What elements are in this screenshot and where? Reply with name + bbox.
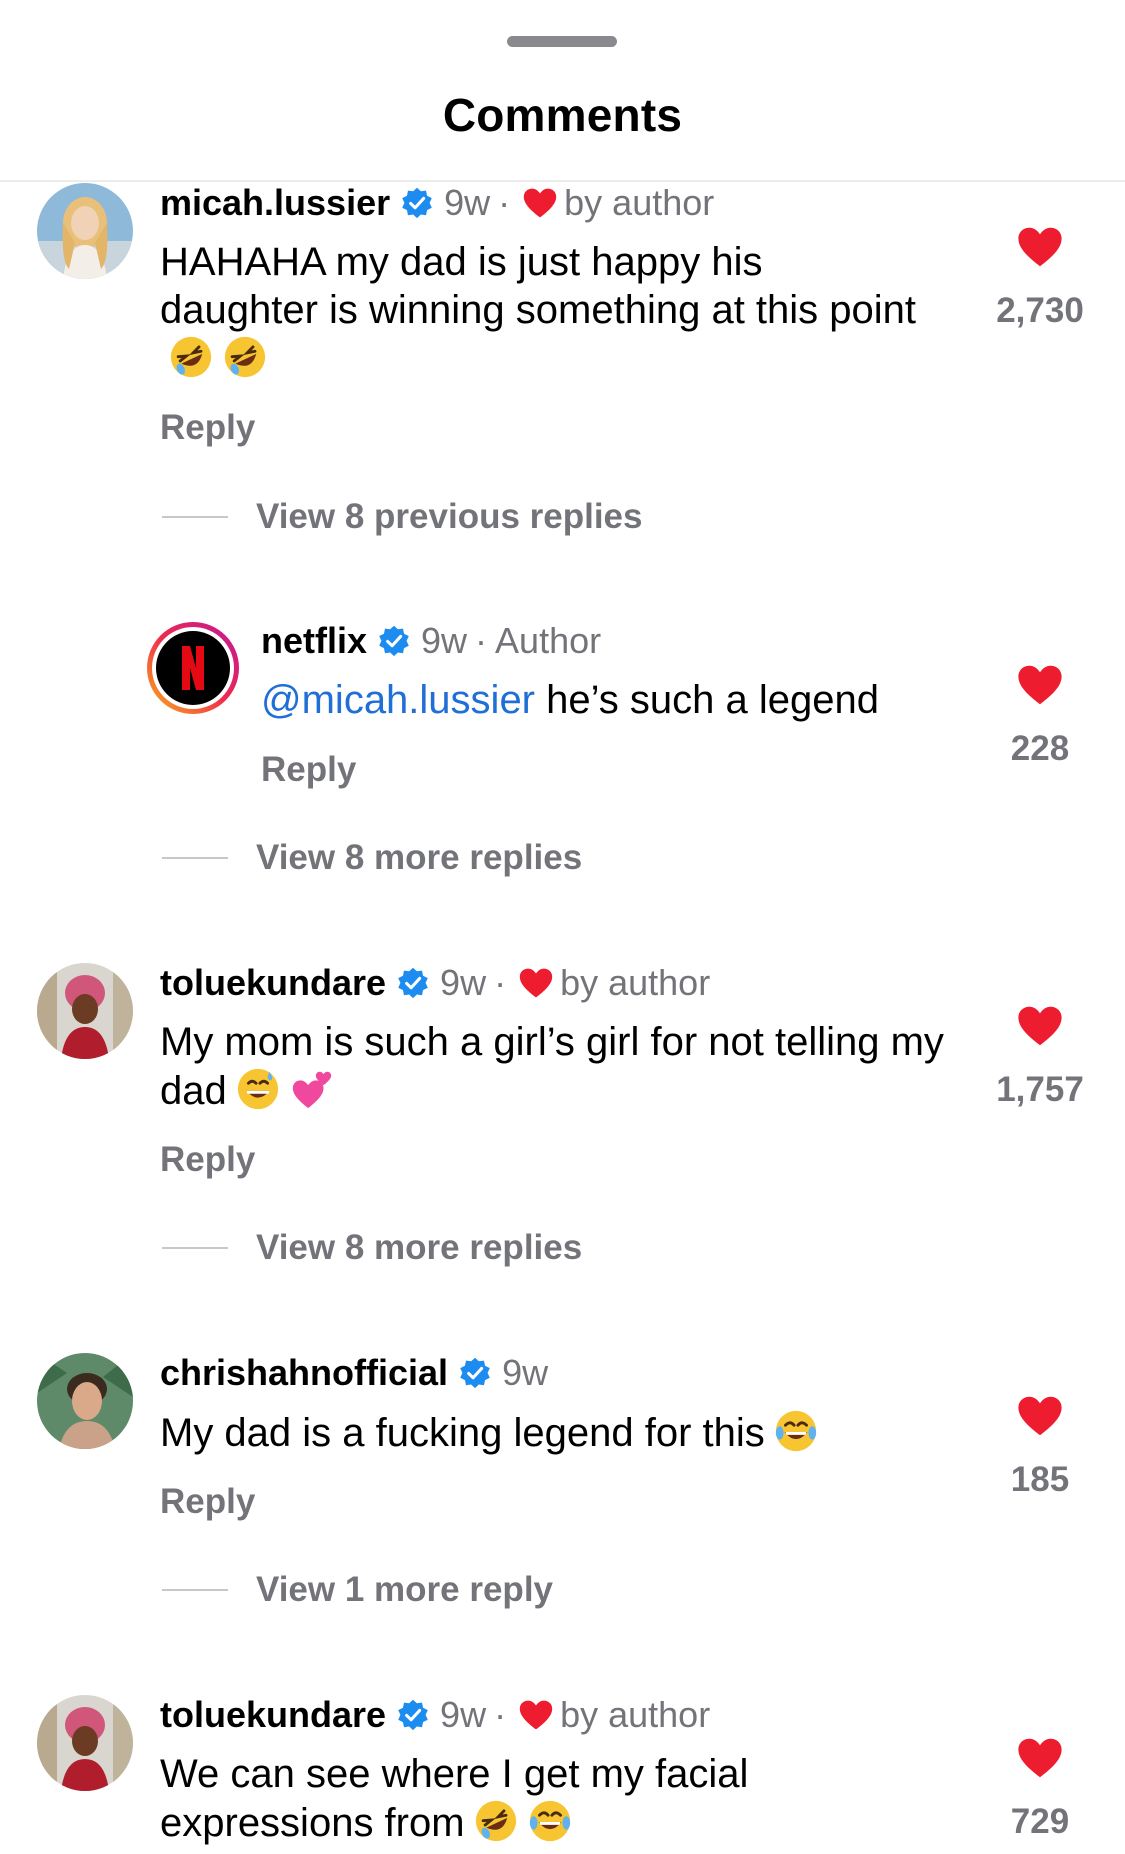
view-replies-label: View 8 more replies [256,838,583,877]
mention-link[interactable]: @micah.lussier [261,678,535,722]
reply-thread-line [162,1589,228,1591]
avatar[interactable] [37,963,133,1059]
comment-meta: toluekundare 9w · by author [160,962,710,1004]
view-replies-label: View 8 previous replies [256,497,643,536]
comment-body: he’s such a legend [535,678,879,722]
view-replies-link[interactable]: View 8 previous replies [162,497,643,537]
comment-meta: chrishahnofficial 9w [160,1352,548,1394]
heart-like-icon[interactable] [1016,663,1064,707]
sheet-title: Comments [442,89,683,141]
liked-by-author-heart-icon [519,968,553,998]
comment-text: My mom is such a girl’s girl for not tel… [160,1018,960,1115]
comment-text: @micah.lussier he’s such a legend [261,676,961,724]
heart-like-icon[interactable] [1016,1004,1064,1048]
like-count: 185 [1010,1460,1070,1499]
verified-badge-icon [379,625,409,657]
reply-thread-line [162,516,228,518]
comment-body: HAHAHA my dad is just happy his daughter… [160,240,917,332]
rolling-on-floor-laughing-emoji-icon [170,336,212,378]
reply-button[interactable]: Reply [261,750,356,790]
by-author-label: by author [560,962,711,1003]
heart-like-icon[interactable] [1016,1736,1064,1780]
comment-time: 9w [444,182,491,223]
reply-button[interactable]: Reply [160,1482,255,1522]
username[interactable]: chrishahnofficial [160,1352,448,1394]
tears-of-joy-emoji-icon [775,1410,816,1452]
like-control: 228 [985,663,1095,769]
verified-badge-icon [460,1357,490,1389]
comment-text: HAHAHA my dad is just happy his daughter… [160,238,920,383]
comment-meta: netflix 9w · Author [261,620,601,662]
heart-like-icon[interactable] [1016,225,1064,269]
avatar[interactable] [37,1695,133,1791]
verified-badge-icon [402,187,432,219]
reply-button[interactable]: Reply [160,1140,255,1180]
comment-meta: toluekundare 9w · by author [160,1694,710,1736]
view-replies-label: View 1 more reply [256,1570,554,1609]
avatar-netflix[interactable] [145,620,241,716]
comment-time: 9w [421,620,468,661]
rolling-on-floor-laughing-emoji-icon [224,336,266,378]
view-replies-link[interactable]: View 8 more replies [162,838,582,878]
like-control: 1,757 [985,1004,1095,1110]
tears-of-joy-emoji-icon [529,1800,570,1842]
comment-time: 9w [502,1352,549,1393]
verified-badge-icon [398,1699,428,1731]
avatar[interactable] [37,183,133,279]
comment-body: My dad is a fucking legend for this [160,1411,765,1455]
by-author-label: by author [560,1694,711,1735]
verified-badge-icon [398,967,428,999]
comments-sheet: Comments micah.lussier 9w · by author HA… [0,0,1125,1854]
comment-text: We can see where I get my facial express… [160,1750,800,1847]
like-count: 2,730 [996,291,1084,330]
like-control: 2,730 [985,225,1095,331]
drag-handle[interactable] [507,36,617,47]
heart-like-icon[interactable] [1016,1394,1064,1438]
liked-by-author-heart-icon [519,1700,553,1730]
comment-time: 9w [440,962,487,1003]
avatar[interactable] [37,1353,133,1449]
like-control: 185 [985,1394,1095,1500]
like-count: 729 [1010,1802,1070,1841]
like-count: 228 [1010,729,1070,768]
separator-dot: · [494,962,507,1003]
rolling-on-floor-laughing-emoji-icon [475,1800,516,1842]
grinning-sweat-emoji-icon [237,1068,278,1110]
reply-thread-line [162,857,228,859]
author-badge: Author [495,620,602,661]
username[interactable]: toluekundare [160,962,386,1004]
comment-time: 9w [440,1694,487,1735]
view-replies-label: View 8 more replies [256,1228,583,1267]
liked-by-author-heart-icon [523,188,557,218]
comment-meta: micah.lussier 9w · by author [160,182,714,224]
username[interactable]: toluekundare [160,1694,386,1736]
username[interactable]: netflix [261,620,367,662]
view-replies-link[interactable]: View 1 more reply [162,1570,553,1610]
username[interactable]: micah.lussier [160,182,390,224]
comment-body: We can see where I get my facial express… [160,1752,749,1845]
comment-text: My dad is a fucking legend for this [160,1408,960,1457]
reply-thread-line [162,1247,228,1249]
like-count: 1,757 [996,1070,1084,1109]
view-replies-link[interactable]: View 8 more replies [162,1228,582,1268]
two-hearts-emoji-icon [292,1071,331,1109]
separator-dot: · [498,182,511,223]
separator-dot: · [475,620,488,661]
by-author-label: by author [564,182,715,223]
separator-dot: · [494,1694,507,1735]
reply-button[interactable]: Reply [160,408,255,448]
like-control: 729 [985,1736,1095,1842]
